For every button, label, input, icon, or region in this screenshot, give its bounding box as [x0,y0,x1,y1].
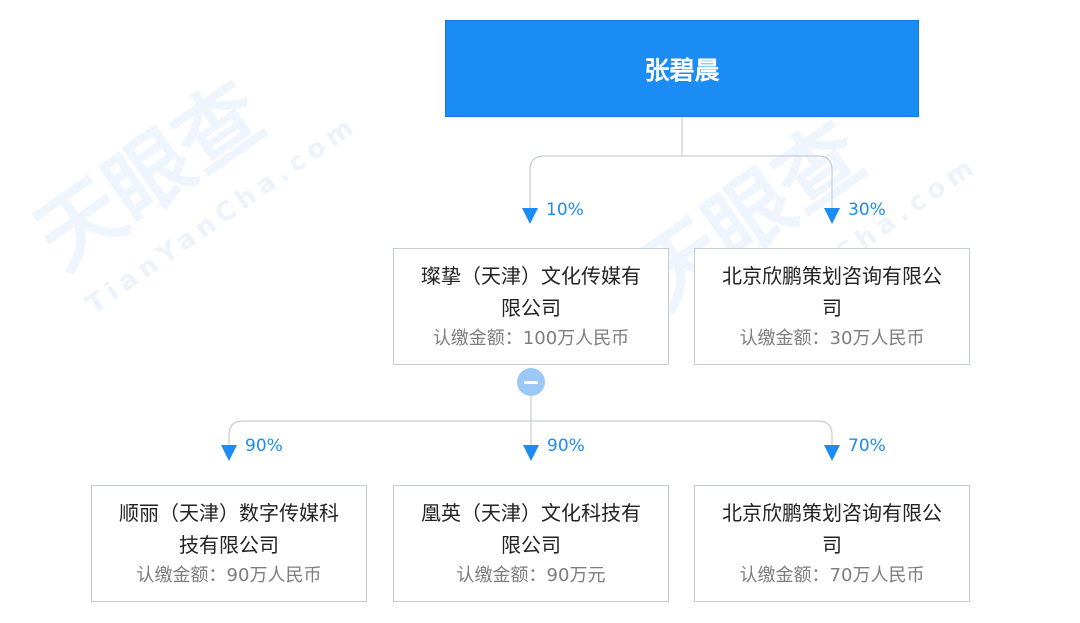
company-name-line: 司 [822,532,842,557]
root-person-name: 张碧晨 [644,55,720,85]
subscribed-amount: 认缴金额：90万元 [456,564,606,586]
arrow-down-icon [824,208,840,224]
company-node[interactable]: 璨挚（天津）文化传媒有 限公司 认缴金额：100万人民币 [393,248,669,365]
company-node[interactable]: 顺丽（天津）数字传媒科 技有限公司 认缴金额：90万人民币 [91,485,367,602]
company-name-line: 北京欣鹏策划咨询有限公 [722,263,942,288]
subscribed-amount: 认缴金额：70万人民币 [739,564,925,586]
company-name-line: 顺丽（天津）数字传媒科 [119,500,339,525]
collapse-toggle-button[interactable] [517,368,545,396]
shareholding-percent: 90% [245,436,283,456]
company-node[interactable]: 北京欣鹏策划咨询有限公 司 认缴金额：30万人民币 [694,248,970,365]
shareholding-percent: 10% [546,200,584,220]
minus-icon [524,380,538,384]
shareholding-percent: 70% [848,436,886,456]
subscribed-amount: 认缴金额：100万人民币 [432,327,630,349]
subscribed-amount: 认缴金额：30万人民币 [739,327,925,349]
company-name-line: 司 [822,295,842,320]
company-name-line: 北京欣鹏策划咨询有限公 [722,500,942,525]
arrow-down-icon [522,208,538,224]
company-name-line: 限公司 [501,295,561,320]
company-name-line: 限公司 [501,532,561,557]
subscribed-amount: 认缴金额：90万人民币 [136,564,322,586]
shareholding-percent: 30% [848,200,886,220]
arrow-down-icon [824,445,840,461]
root-person-node[interactable]: 张碧晨 [445,20,919,117]
company-name-line: 凰英（天津）文化科技有 [421,500,641,525]
arrow-down-icon [523,445,539,461]
shareholding-percent: 90% [547,436,585,456]
arrow-down-icon [221,445,237,461]
company-node[interactable]: 北京欣鹏策划咨询有限公 司 认缴金额：70万人民币 [694,485,970,602]
company-name-line: 璨挚（天津）文化传媒有 [421,263,641,288]
company-name-line: 技有限公司 [179,532,279,557]
company-node[interactable]: 凰英（天津）文化科技有 限公司 认缴金额：90万元 [393,485,669,602]
